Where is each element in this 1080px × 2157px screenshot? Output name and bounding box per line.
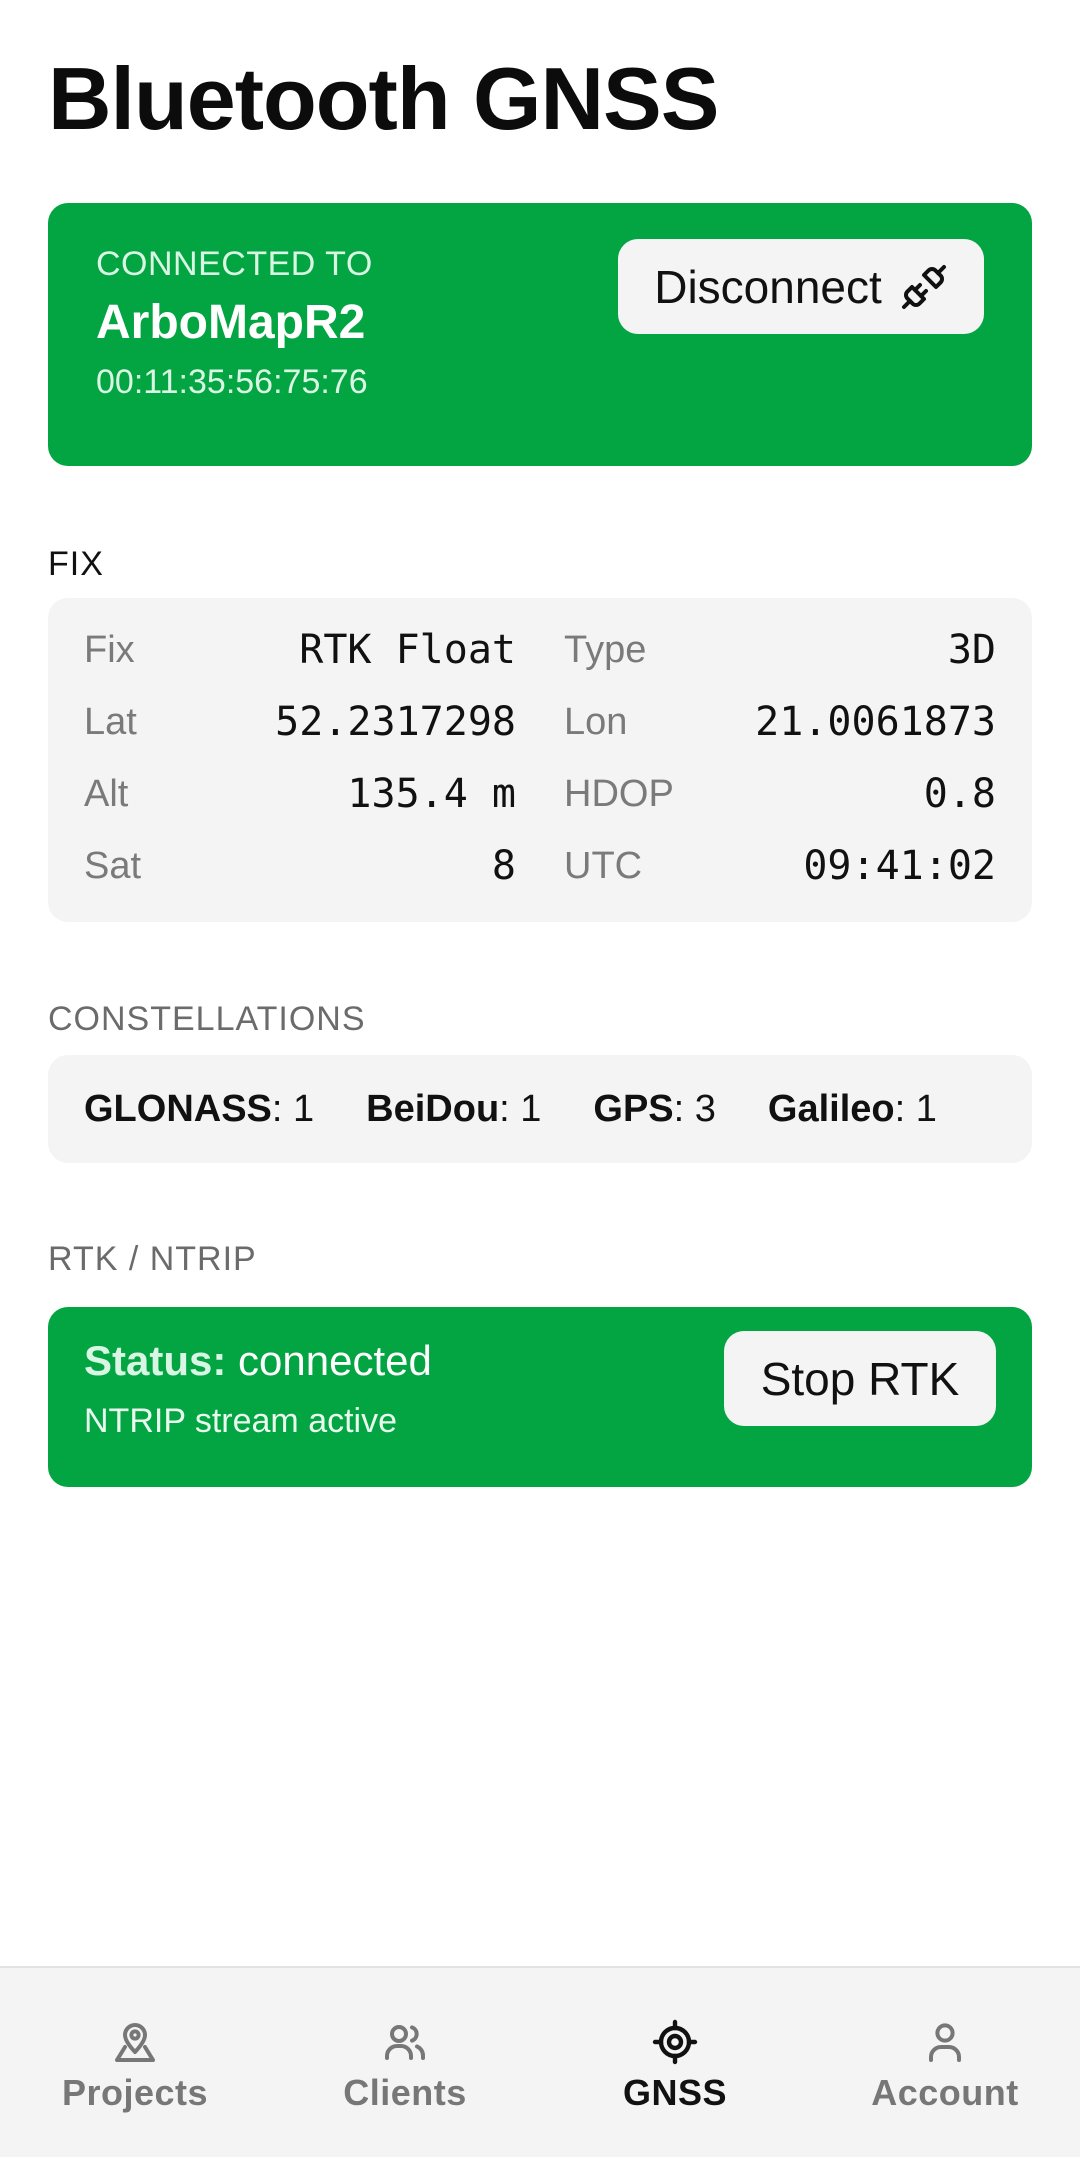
alt-value: 135.4 m: [347, 771, 516, 817]
constellation-count: : 3: [673, 1087, 716, 1130]
bottom-navigation: Projects Clients GNSS Account: [0, 1966, 1080, 2157]
user-icon: [921, 2018, 969, 2066]
constellation-name: GPS: [593, 1087, 674, 1130]
lon-value: 21.0061873: [755, 699, 996, 745]
nav-item-account[interactable]: Account: [810, 1968, 1080, 2157]
rtk-status-value: connected: [226, 1337, 432, 1384]
fix-row-utc: UTC 09:41:02: [564, 836, 996, 896]
lon-label: Lon: [564, 700, 628, 743]
rtk-section-label: RTK / NTRIP: [48, 1240, 257, 1278]
nav-item-gnss[interactable]: GNSS: [540, 1968, 810, 2157]
fix-row-hdop: HDOP 0.8: [564, 764, 996, 824]
constellation-name: Galileo: [767, 1087, 895, 1130]
fix-row-lon: Lon 21.0061873: [564, 692, 996, 752]
crosshair-icon: [651, 2018, 699, 2066]
nav-item-projects[interactable]: Projects: [0, 1968, 270, 2157]
constellations-section-label: CONSTELLATIONS: [48, 1000, 366, 1038]
hdop-label: HDOP: [564, 772, 674, 815]
hdop-value: 0.8: [923, 771, 996, 817]
device-name: ArboMapR2: [96, 296, 366, 349]
nav-label: Projects: [61, 2072, 209, 2113]
utc-value: 09:41:02: [803, 843, 996, 889]
fix-row-fix: Fix RTK Float: [84, 620, 516, 680]
users-icon: [381, 2018, 429, 2066]
lat-label: Lat: [84, 700, 137, 743]
rtk-status: Status: connected: [84, 1337, 432, 1385]
type-value: 3D: [947, 627, 996, 673]
connection-card: CONNECTED TO ArboMapR2 00:11:35:56:75:76…: [48, 203, 1032, 466]
stop-rtk-button[interactable]: Stop RTK: [724, 1331, 996, 1426]
utc-label: UTC: [564, 844, 643, 887]
alt-label: Alt: [84, 772, 129, 815]
constellation-name: GLONASS: [84, 1087, 272, 1130]
nav-item-clients[interactable]: Clients: [270, 1968, 540, 2157]
constellations-card: GLONASS: 1 BeiDou: 1 GPS: 3 Galileo: 1: [48, 1055, 1032, 1163]
fix-row-lat: Lat 52.2317298: [84, 692, 516, 752]
fix-row-type: Type 3D: [564, 620, 996, 680]
nav-label: Clients: [343, 2072, 467, 2113]
fix-row-alt: Alt 135.4 m: [84, 764, 516, 824]
constellation-beidou: BeiDou: 1: [366, 1088, 541, 1131]
constellation-name: BeiDou: [366, 1087, 500, 1130]
fix-label: Fix: [84, 628, 135, 671]
constellation-count: : 1: [271, 1087, 315, 1130]
connected-to-label: CONNECTED TO: [96, 245, 373, 283]
rtk-status-label: Status:: [84, 1337, 227, 1384]
disconnect-button[interactable]: Disconnect: [618, 239, 984, 334]
disconnect-button-label: Disconnect: [654, 260, 882, 313]
nav-label: Account: [871, 2072, 1019, 2113]
constellation-count: : 1: [499, 1087, 542, 1130]
device-mac-address: 00:11:35:56:75:76: [96, 363, 368, 401]
fix-value: RTK Float: [299, 627, 516, 673]
nav-label: GNSS: [622, 2072, 728, 2113]
rtk-status-subtitle: NTRIP stream active: [84, 1402, 398, 1440]
sat-value: 8: [491, 843, 516, 889]
constellation-glonass: GLONASS: 1: [84, 1088, 314, 1131]
type-label: Type: [564, 628, 647, 671]
fix-row-sat: Sat 8: [84, 836, 516, 896]
constellation-galileo: Galileo: 1: [768, 1088, 937, 1131]
unplug-icon: [900, 263, 948, 311]
lat-value: 52.2317298: [275, 699, 516, 745]
map-pin-icon: [111, 2018, 159, 2066]
sat-label: Sat: [84, 844, 142, 887]
constellation-count: : 1: [894, 1087, 937, 1130]
constellation-gps: GPS: 3: [593, 1088, 716, 1131]
fix-section-label: FIX: [48, 545, 104, 583]
fix-card: Fix RTK Float Type 3D Lat 52.2317298 Lon…: [48, 598, 1032, 922]
page-title: Bluetooth GNSS: [48, 49, 719, 148]
rtk-status-card: Status: connected NTRIP stream active St…: [48, 1307, 1032, 1487]
